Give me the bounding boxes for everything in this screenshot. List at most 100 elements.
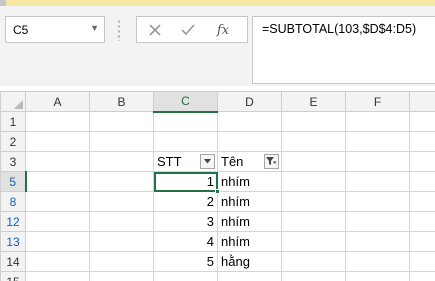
column-header-f[interactable]: F <box>345 91 410 112</box>
cell[interactable] <box>25 151 90 172</box>
cell[interactable] <box>89 111 154 132</box>
cell-stt[interactable]: 3 <box>153 211 218 232</box>
worksheet-grid: A B C D E F 1 2 3 STT Tên 5 1 nhím 8 2 n… <box>0 91 435 281</box>
column-header-a[interactable]: A <box>25 91 90 112</box>
cell[interactable] <box>409 231 435 252</box>
cell[interactable] <box>89 191 154 212</box>
table-row: 15 <box>0 271 435 281</box>
cell[interactable] <box>281 231 346 252</box>
row-header[interactable]: 8 <box>0 191 26 212</box>
cell-ten[interactable] <box>217 271 282 281</box>
cell-stt[interactable] <box>153 111 218 132</box>
cell[interactable] <box>345 131 410 152</box>
cell-stt[interactable]: 5 <box>153 251 218 272</box>
name-box-value: C5 <box>13 23 29 37</box>
cell[interactable] <box>281 171 346 192</box>
header-cell-stt[interactable]: STT <box>153 151 218 172</box>
cell[interactable] <box>409 251 435 272</box>
select-all-corner[interactable] <box>0 91 26 112</box>
cell[interactable] <box>25 171 90 192</box>
cell[interactable] <box>409 171 435 192</box>
column-header-d[interactable]: D <box>217 91 282 112</box>
cell[interactable] <box>409 151 435 172</box>
cell-ten[interactable]: hằng <box>217 251 282 272</box>
cell[interactable] <box>409 111 435 132</box>
cell-stt[interactable] <box>153 271 218 281</box>
cell-stt-value: 1 <box>206 174 214 189</box>
cell[interactable] <box>345 211 410 232</box>
cell-ten[interactable] <box>217 131 282 152</box>
cell[interactable] <box>345 191 410 212</box>
column-header-e[interactable]: E <box>281 91 346 112</box>
cell[interactable] <box>345 251 410 272</box>
cell-stt[interactable]: 2 <box>153 191 218 212</box>
cell[interactable] <box>281 151 346 172</box>
cell[interactable] <box>345 171 410 192</box>
row-header[interactable]: 5 <box>0 171 27 192</box>
cell[interactable] <box>281 131 346 152</box>
cell[interactable] <box>409 191 435 212</box>
dropdown-arrow-icon[interactable] <box>200 154 215 169</box>
checkmark-icon[interactable] <box>178 20 198 40</box>
row-header[interactable]: 12 <box>0 211 26 232</box>
cell[interactable] <box>25 131 90 152</box>
cell[interactable] <box>25 251 90 272</box>
cell[interactable] <box>25 191 90 212</box>
filter-funnel-icon[interactable] <box>264 154 279 169</box>
cell[interactable] <box>25 211 90 232</box>
cell-stt[interactable] <box>153 131 218 152</box>
insert-function-button[interactable]: fx <box>213 20 233 40</box>
column-header-b[interactable]: B <box>89 91 154 112</box>
cell[interactable] <box>25 231 90 252</box>
header-cell-ten[interactable]: Tên <box>217 151 282 172</box>
cell[interactable] <box>345 271 410 281</box>
column-header-c[interactable]: C <box>153 91 218 113</box>
formula-input[interactable]: =SUBTOTAL(103,$D$4:D5) <box>252 16 435 84</box>
row-header[interactable]: 13 <box>0 231 26 252</box>
name-box[interactable]: C5 ▼ <box>5 16 105 43</box>
cell[interactable] <box>89 171 154 192</box>
active-cell[interactable]: 1 <box>153 171 220 194</box>
table-row: 5 1 nhím <box>0 171 435 194</box>
row-header[interactable]: 2 <box>0 131 26 152</box>
cell[interactable] <box>89 131 154 152</box>
cell-ten[interactable]: nhím <box>217 191 282 212</box>
cell[interactable] <box>409 131 435 152</box>
cell[interactable] <box>25 271 90 281</box>
cell[interactable] <box>345 111 410 132</box>
table-row: 13 4 nhím <box>0 231 435 252</box>
cell[interactable] <box>89 251 154 272</box>
cell[interactable] <box>281 251 346 272</box>
cell[interactable] <box>281 111 346 132</box>
cell[interactable] <box>409 271 435 281</box>
row-header[interactable]: 1 <box>0 111 26 132</box>
cell-ten[interactable] <box>217 111 282 132</box>
cell[interactable] <box>409 211 435 232</box>
formula-buttons: fx <box>136 16 248 43</box>
row-header[interactable]: 14 <box>0 251 26 272</box>
cell[interactable] <box>345 151 410 172</box>
cell[interactable] <box>281 211 346 232</box>
header-label-stt: STT <box>157 154 182 169</box>
row-header[interactable]: 3 <box>0 151 26 172</box>
cell-ten[interactable]: nhím <box>217 171 282 192</box>
cell-ten[interactable]: nhím <box>217 211 282 232</box>
cell-stt[interactable]: 4 <box>153 231 218 252</box>
row-header[interactable]: 15 <box>0 271 26 281</box>
cell[interactable] <box>89 151 154 172</box>
cell[interactable] <box>89 211 154 232</box>
close-icon[interactable] <box>145 20 165 40</box>
chevron-down-icon[interactable]: ▼ <box>90 23 99 33</box>
table-row: 12 3 nhím <box>0 211 435 232</box>
cell[interactable] <box>89 231 154 252</box>
column-header-partial[interactable] <box>409 91 435 112</box>
fill-handle[interactable] <box>215 189 220 194</box>
cell-ten[interactable]: nhím <box>217 231 282 252</box>
resize-grip-icon[interactable] <box>117 19 121 41</box>
cell[interactable] <box>89 271 154 281</box>
cell[interactable] <box>25 111 90 132</box>
cell[interactable] <box>281 191 346 212</box>
cell[interactable] <box>345 231 410 252</box>
cell[interactable] <box>281 271 346 281</box>
formula-bar-area: C5 ▼ fx =SUBTOTAL(103,$D$4:D5) <box>0 6 435 86</box>
